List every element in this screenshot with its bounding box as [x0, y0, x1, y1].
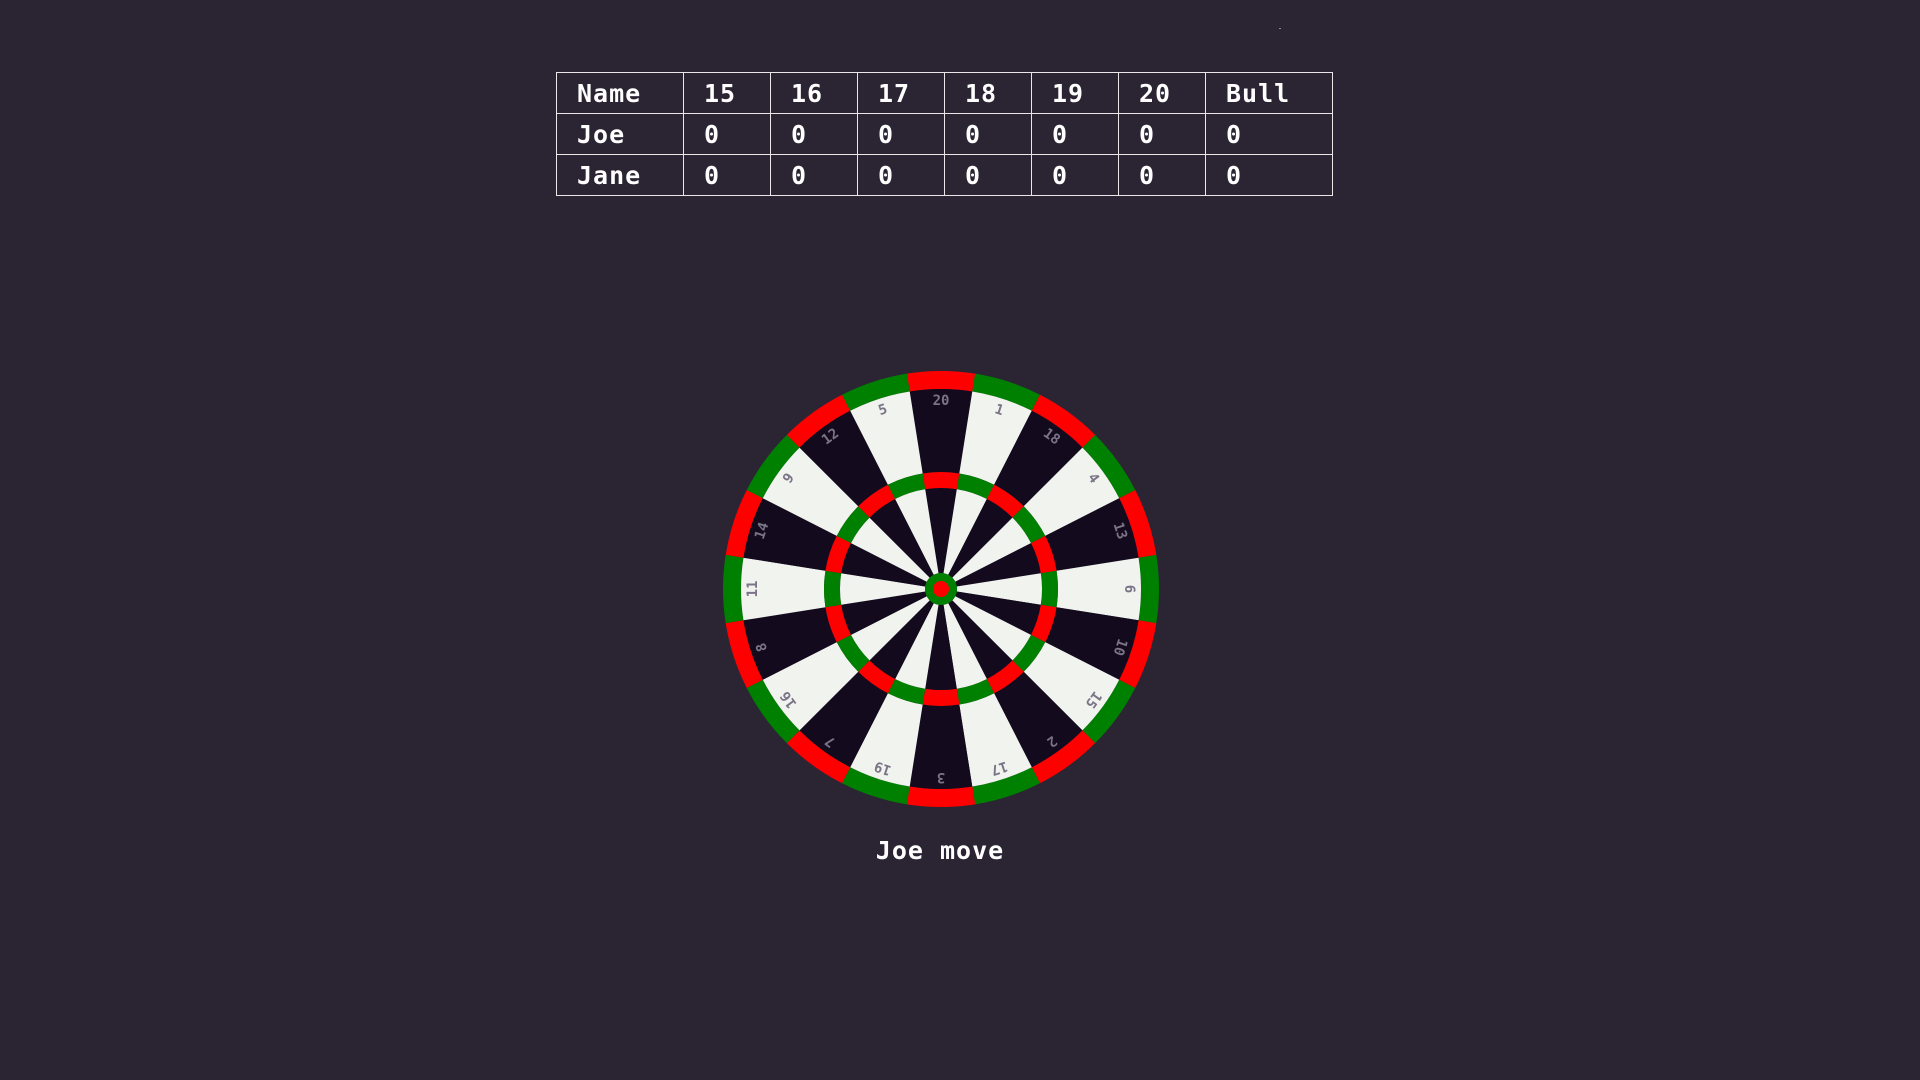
segment-number-label: 11 — [745, 581, 761, 598]
treble-segment-3[interactable] — [922, 688, 960, 706]
double-segment-3[interactable] — [906, 786, 976, 807]
score-cell: 0 — [944, 154, 1032, 196]
bullseye[interactable] — [933, 581, 949, 597]
player-row: Jane 0 0 0 0 0 0 0 — [556, 154, 1333, 196]
header-17: 17 — [857, 72, 945, 114]
double-segment-20[interactable] — [906, 371, 976, 392]
score-cell: 0 — [944, 113, 1032, 155]
dartboard[interactable]: 2011841361015217319716811149125 — [722, 370, 1160, 808]
score-cell: 0 — [683, 154, 771, 196]
treble-segment-11[interactable] — [824, 570, 842, 608]
segment-number-label: 20 — [933, 393, 950, 409]
header-15: 15 — [683, 72, 771, 114]
score-cell: 0 — [1118, 154, 1206, 196]
double-segment-11[interactable] — [723, 554, 744, 624]
score-cell: 0 — [770, 154, 858, 196]
score-cell: 0 — [1205, 113, 1333, 155]
player-name: Jane — [556, 154, 684, 196]
score-cell: 0 — [857, 113, 945, 155]
player-row: Joe 0 0 0 0 0 0 0 — [556, 113, 1333, 155]
player-name: Joe — [556, 113, 684, 155]
header-19: 19 — [1031, 72, 1119, 114]
score-cell: 0 — [770, 113, 858, 155]
score-cell: 0 — [1031, 154, 1119, 196]
treble-segment-6[interactable] — [1040, 570, 1058, 608]
header-16: 16 — [770, 72, 858, 114]
header-bull: Bull — [1205, 72, 1333, 114]
score-cell: 0 — [857, 154, 945, 196]
game-screen: Name 15 16 17 18 19 20 Bull Joe 0 0 0 0 … — [0, 0, 1920, 1080]
decorative-dot — [1279, 28, 1281, 29]
header-18: 18 — [944, 72, 1032, 114]
turn-status-message: Joe move — [875, 836, 1005, 865]
double-segment-6[interactable] — [1138, 554, 1159, 624]
header-20: 20 — [1118, 72, 1206, 114]
treble-segment-20[interactable] — [922, 472, 960, 490]
segment-number-label: 6 — [1121, 585, 1137, 593]
score-cell: 0 — [1205, 154, 1333, 196]
segment-number-label: 3 — [937, 769, 945, 785]
scoreboard-header-row: Name 15 16 17 18 19 20 Bull — [556, 72, 1333, 114]
scoreboard-table: Name 15 16 17 18 19 20 Bull Joe 0 0 0 0 … — [556, 72, 1333, 196]
header-name: Name — [556, 72, 684, 114]
score-cell: 0 — [1031, 113, 1119, 155]
score-cell: 0 — [683, 113, 771, 155]
score-cell: 0 — [1118, 113, 1206, 155]
